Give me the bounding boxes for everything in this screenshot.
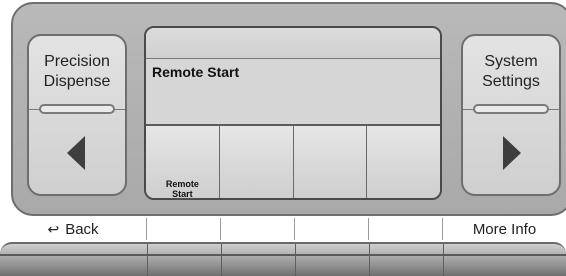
label-line-1: System (484, 53, 538, 70)
strip-divider (147, 244, 148, 276)
soft-key-label-line-1: Remote (165, 179, 199, 189)
soft-key-4[interactable] (367, 126, 440, 198)
function-key-labels: ↩ Back More Info (0, 218, 566, 240)
precision-dispense-button[interactable]: Precision Dispense (27, 34, 127, 196)
soft-key-remote-start[interactable]: Remote Start (146, 126, 220, 199)
strip-divider (295, 244, 296, 276)
function-key-3[interactable] (221, 218, 295, 240)
function-bar: ↩ Back More Info (0, 218, 566, 276)
soft-key-label: Remote Start (146, 179, 219, 199)
panel-divider (29, 104, 125, 114)
panel-divider (463, 104, 559, 114)
function-key-4[interactable] (295, 218, 369, 240)
more-info-button[interactable]: More Info (443, 218, 566, 240)
function-key-strip (0, 242, 566, 276)
more-info-label: More Info (472, 220, 537, 238)
screen-title: Remote Start (152, 64, 240, 80)
back-arrow-icon: ↩ (47, 220, 60, 237)
soft-key-row: Remote Start (146, 124, 440, 199)
precision-dispense-label: Precision Dispense (29, 52, 125, 92)
soft-key-label-line-2: Start (172, 189, 193, 199)
display-screen: Remote Start Remote Start (144, 26, 442, 200)
back-label: Back (65, 220, 99, 238)
function-key-5[interactable] (369, 218, 443, 240)
strip-divider (221, 244, 222, 276)
soft-key-2[interactable] (219, 126, 294, 198)
strip-divider (443, 244, 444, 276)
screen-header-band (146, 28, 440, 59)
strip-band (0, 254, 566, 256)
strip-divider (369, 244, 370, 276)
label-line-2: Dispense (43, 73, 111, 90)
left-arrow-icon[interactable] (67, 136, 85, 170)
system-settings-button[interactable]: System Settings (461, 34, 561, 196)
right-arrow-icon[interactable] (503, 136, 521, 170)
label-line-2: Settings (482, 73, 540, 90)
label-line-1: Precision (44, 53, 110, 70)
system-settings-label: System Settings (463, 52, 559, 92)
function-key-2[interactable] (147, 218, 221, 240)
soft-key-3[interactable] (293, 126, 368, 198)
back-button[interactable]: ↩ Back (0, 218, 147, 240)
